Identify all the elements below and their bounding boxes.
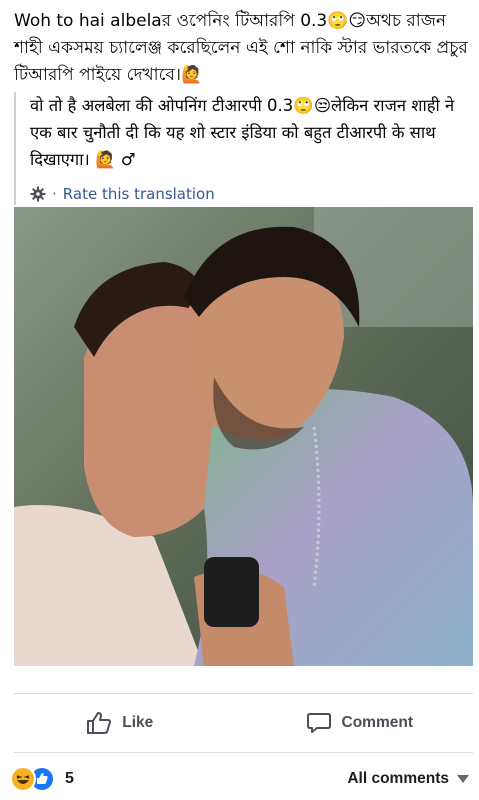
haha-reaction-icon [10, 766, 36, 792]
all-comments-dropdown[interactable]: All comments [347, 770, 469, 788]
comment-label: Comment [341, 714, 413, 731]
all-comments-label: All comments [347, 770, 449, 787]
separator-dot: · [52, 185, 57, 203]
rate-translation-link[interactable]: Rate this translation [63, 185, 215, 203]
translation-text: वो तो है अलबेला की ओपनिंग टीआरपी 0.3🙄😒ले… [30, 96, 455, 169]
comment-icon [306, 713, 331, 733]
divider-bottom [14, 752, 473, 753]
caret-down-icon [457, 775, 469, 783]
divider-top [14, 693, 473, 694]
gear-icon [30, 186, 46, 202]
thumbs-up-icon [87, 712, 112, 734]
comment-button[interactable]: Comment [240, 697, 479, 749]
rate-translation-row[interactable]: · Rate this translation [30, 183, 479, 205]
action-bar: Like Comment [0, 697, 479, 749]
post-text: Woh to hai albelaর ওপেনিং টিআরপি 0.3🙄😏অথ… [14, 11, 468, 85]
post-footer: 5 All comments [0, 758, 479, 800]
reaction-count: 5 [65, 770, 74, 787]
photo-illustration [14, 207, 473, 666]
like-label: Like [122, 714, 154, 731]
like-button[interactable]: Like [0, 697, 240, 749]
post-photo[interactable] [14, 207, 473, 666]
translation-block: वो तो है अलबेला की ओपनिंग टीआरपी 0.3🙄😒ले… [14, 92, 479, 205]
reactions-summary[interactable]: 5 [10, 766, 74, 792]
